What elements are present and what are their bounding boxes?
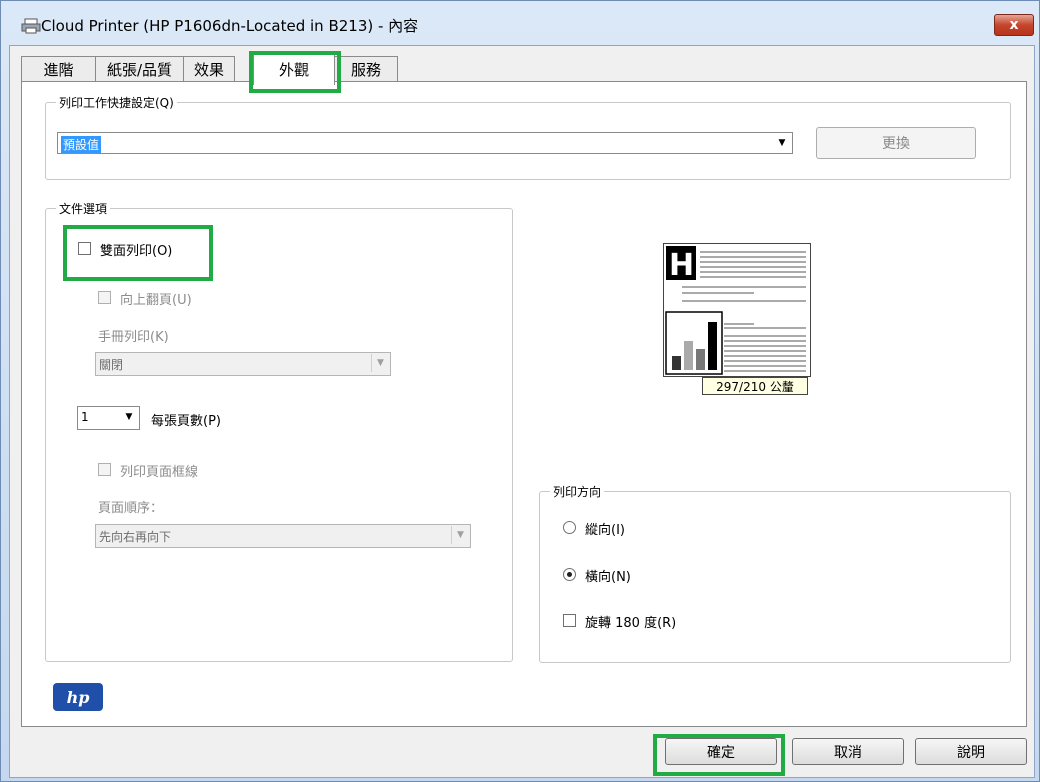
- orientation-title: 列印方向: [550, 483, 605, 500]
- flip-up-label: 向上翻頁(U): [120, 293, 192, 308]
- hp-logo-text: hp: [66, 687, 90, 707]
- properties-dialog: Cloud Printer (HP P1606dn-Located in B21…: [0, 0, 1040, 782]
- print-borders-checkbox[interactable]: [98, 463, 111, 476]
- booklet-value: 關閉: [99, 358, 124, 372]
- change-button-label: 更換: [882, 136, 910, 152]
- tab-label: 進階: [43, 61, 74, 79]
- quick-sets-dropdown[interactable]: 預設值 ▼: [57, 132, 793, 154]
- document-options-title: 文件選項: [56, 200, 111, 217]
- flip-up-checkbox[interactable]: [98, 291, 111, 304]
- duplex-label: 雙面列印(O): [100, 244, 173, 259]
- rotate-180-label: 旋轉 180 度(R): [585, 616, 677, 631]
- page-order-label: 頁面順序：: [98, 501, 164, 516]
- chevron-down-icon: ▼: [371, 354, 389, 372]
- close-icon: x: [1009, 17, 1019, 33]
- booklet-label: 手冊列印(K): [98, 330, 169, 345]
- window-title: Cloud Printer (HP P1606dn-Located in B21…: [41, 17, 419, 35]
- tab-appearance[interactable]: 外觀: [253, 52, 335, 85]
- printer-icon: [21, 18, 41, 34]
- chevron-down-icon: ▼: [451, 526, 469, 544]
- tab-label: 外觀: [278, 60, 309, 79]
- page-order-value: 先向右再向下: [99, 530, 172, 544]
- tab-effects[interactable]: 效果: [183, 56, 235, 82]
- help-button-label: 說明: [957, 744, 985, 761]
- page-preview: H: [663, 243, 811, 377]
- duplex-checkbox[interactable]: [78, 242, 91, 255]
- portrait-radio[interactable]: [563, 521, 576, 534]
- preview-image: H: [665, 246, 806, 375]
- chevron-down-icon: ▼: [778, 138, 786, 148]
- help-button[interactable]: 說明: [915, 738, 1027, 765]
- change-button[interactable]: 更換: [816, 127, 976, 159]
- print-borders-label: 列印頁面框線: [120, 465, 199, 480]
- portrait-label: 縱向(I): [585, 523, 625, 538]
- chevron-down-icon: ▼: [125, 412, 133, 422]
- cancel-button-label: 取消: [834, 744, 862, 761]
- pages-per-sheet-value: 1: [81, 410, 89, 424]
- tab-paper-quality[interactable]: 紙張/品質: [95, 56, 184, 82]
- tab-services[interactable]: 服務: [334, 56, 398, 82]
- rotate-180-checkbox[interactable]: [563, 614, 576, 627]
- tab-label: 效果: [193, 61, 224, 79]
- page-order-dropdown[interactable]: 先向右再向下 ▼: [95, 524, 471, 548]
- landscape-label: 橫向(N): [585, 570, 631, 585]
- close-button[interactable]: x: [994, 14, 1034, 36]
- ok-button[interactable]: 確定: [665, 738, 777, 765]
- document-options-group: 文件選項: [45, 200, 513, 662]
- landscape-radio[interactable]: [563, 568, 576, 581]
- tab-label: 服務: [350, 61, 381, 79]
- quick-sets-title: 列印工作快捷設定(Q): [56, 94, 177, 111]
- title-bar: Cloud Printer (HP P1606dn-Located in B21…: [1, 1, 1039, 45]
- pages-per-sheet-dropdown[interactable]: 1 ▼: [77, 406, 140, 430]
- quick-sets-value: 預設值: [61, 136, 102, 153]
- svg-text:H: H: [669, 248, 694, 283]
- booklet-dropdown[interactable]: 關閉 ▼: [95, 352, 391, 376]
- hp-logo: hp: [53, 683, 103, 711]
- ok-button-label: 確定: [707, 744, 735, 761]
- tab-label: 紙張/品質: [106, 61, 173, 79]
- pages-per-sheet-label: 每張頁數(P): [151, 414, 221, 429]
- preview-size-label: 297/210 公釐: [702, 377, 808, 395]
- cancel-button[interactable]: 取消: [792, 738, 904, 765]
- tab-advanced[interactable]: 進階: [21, 56, 96, 82]
